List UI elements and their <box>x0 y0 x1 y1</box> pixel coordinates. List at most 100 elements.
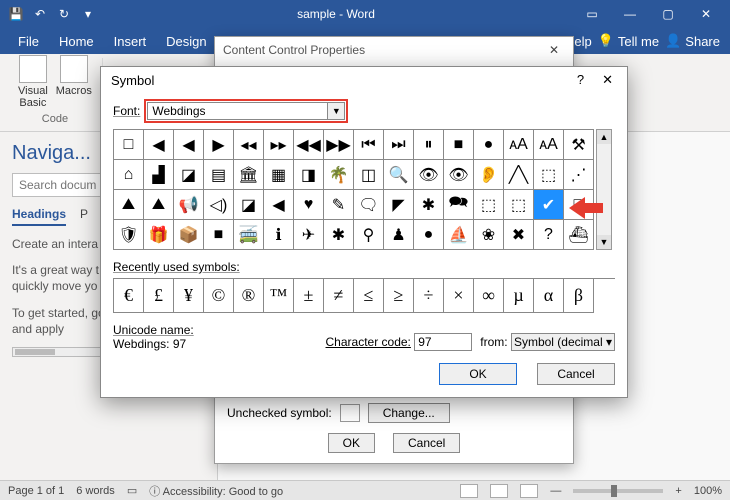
ccp-cancel-button[interactable]: Cancel <box>393 433 460 453</box>
symbol-cell[interactable]: 👂 <box>474 160 504 190</box>
status-words[interactable]: 6 words <box>76 485 115 497</box>
symbol-cell[interactable]: ◀ <box>174 130 204 160</box>
recent-symbol-cell[interactable]: ¥ <box>174 279 204 313</box>
symbol-cell[interactable]: ⛵ <box>444 220 474 250</box>
undo-icon[interactable]: ↶ <box>30 4 50 24</box>
recent-symbol-cell[interactable]: ≠ <box>324 279 354 313</box>
symbol-dialog-header[interactable]: Symbol ? ✕ <box>101 67 627 93</box>
symbol-cell[interactable]: 👁 <box>414 160 444 190</box>
symbol-cell[interactable]: ⋰ <box>564 160 594 190</box>
recent-symbol-cell[interactable]: ≥ <box>384 279 414 313</box>
symbol-cell[interactable]: ◂◂ <box>234 130 264 160</box>
tab-home[interactable]: Home <box>49 28 104 54</box>
symbol-cell[interactable]: ▟ <box>144 160 174 190</box>
recent-symbol-cell[interactable]: α <box>534 279 564 313</box>
symbol-cell[interactable]: ⬚ <box>474 190 504 220</box>
qat-dropdown-icon[interactable]: ▾ <box>78 4 98 24</box>
symbol-cell[interactable]: 🛡 <box>114 220 144 250</box>
symbol-cell[interactable]: ▶▶ <box>324 130 354 160</box>
symbol-cell[interactable]: ⬚ <box>504 190 534 220</box>
recent-symbol-cell[interactable]: £ <box>144 279 174 313</box>
symbol-cell[interactable]: ⚲ <box>354 220 384 250</box>
symbol-cell[interactable]: ◀ <box>264 190 294 220</box>
recent-symbol-cell[interactable]: ™ <box>264 279 294 313</box>
symbol-cell[interactable]: ? <box>534 220 564 250</box>
symbol-cell[interactable]: 📦 <box>174 220 204 250</box>
ribbon-options-icon[interactable]: ▭ <box>574 1 610 27</box>
macros-button[interactable]: Macros <box>56 55 92 109</box>
save-icon[interactable]: 💾 <box>6 4 26 24</box>
symbol-cell[interactable]: □ <box>564 190 594 220</box>
symbol-cell[interactable]: ⌂ <box>114 160 144 190</box>
scroll-up-icon[interactable]: ▲ <box>597 130 611 144</box>
symbol-cell[interactable]: ◪ <box>174 160 204 190</box>
share-button[interactable]: 👤 Share <box>665 33 720 49</box>
recent-symbol-cell[interactable]: β <box>564 279 594 313</box>
symbol-cell[interactable]: ✱ <box>324 220 354 250</box>
change-unchecked-button[interactable]: Change... <box>368 403 450 423</box>
zoom-level[interactable]: 100% <box>694 485 722 497</box>
tab-file[interactable]: File <box>8 28 49 54</box>
recent-symbol-cell[interactable]: µ <box>504 279 534 313</box>
symbol-cell[interactable]: 🗨 <box>354 190 384 220</box>
symbol-ok-button[interactable]: OK <box>439 363 517 385</box>
symbol-grid-scrollbar[interactable]: ▲ ▼ <box>596 129 612 250</box>
symbol-cell[interactable]: ⛰ <box>114 190 144 220</box>
symbol-cell[interactable]: 🌴 <box>324 160 354 190</box>
view-web-layout-icon[interactable] <box>520 484 538 498</box>
zoom-slider[interactable] <box>573 489 663 493</box>
status-page[interactable]: Page 1 of 1 <box>8 485 64 497</box>
symbol-cell[interactable]: ♟ <box>384 220 414 250</box>
symbol-cell[interactable]: ◪ <box>234 190 264 220</box>
recent-symbols-grid[interactable]: €£¥©®™±≠≤≥÷×∞µαβ <box>113 278 615 313</box>
font-select-input[interactable] <box>147 102 327 120</box>
minimize-icon[interactable]: — <box>612 1 648 27</box>
symbol-cell[interactable]: ▦ <box>264 160 294 190</box>
nav-tab-pages[interactable]: P <box>80 207 88 226</box>
recent-symbol-cell[interactable]: ± <box>294 279 324 313</box>
symbol-close-icon[interactable]: ✕ <box>598 72 617 88</box>
symbol-cell[interactable]: ● <box>414 220 444 250</box>
symbol-cell[interactable]: ▶ <box>204 130 234 160</box>
symbol-cell[interactable]: ᴀA <box>504 130 534 160</box>
recent-symbol-cell[interactable]: © <box>204 279 234 313</box>
symbol-cell[interactable]: ✎ <box>324 190 354 220</box>
symbol-cell[interactable]: ⏮ <box>354 130 384 160</box>
symbol-grid[interactable]: □◀◀▶◂◂▸▸◀◀▶▶⏮⏭⏸■●ᴀAᴀA⚒⌂▟◪▤🏛▦◨🌴◫🔍👁👁👂╱╲⬚⋰⛰… <box>113 129 594 250</box>
symbol-cell[interactable]: ♥ <box>294 190 324 220</box>
symbol-cell[interactable]: ◁) <box>204 190 234 220</box>
ccp-close-icon[interactable]: ✕ <box>543 43 565 57</box>
ccp-ok-button[interactable]: OK <box>328 433 375 453</box>
recent-symbol-cell[interactable]: ∞ <box>474 279 504 313</box>
nav-tab-headings[interactable]: Headings <box>12 207 66 226</box>
symbol-cell[interactable]: ◀◀ <box>294 130 324 160</box>
symbol-cell[interactable]: ✖ <box>504 220 534 250</box>
symbol-cell[interactable]: ▤ <box>204 160 234 190</box>
symbol-cell[interactable]: 🏛 <box>234 160 264 190</box>
symbol-cancel-button[interactable]: Cancel <box>537 363 615 385</box>
symbol-cell[interactable]: ■ <box>444 130 474 160</box>
symbol-cell[interactable]: 👁 <box>444 160 474 190</box>
from-select[interactable]: Symbol (decimal ▾ <box>511 333 615 351</box>
symbol-cell[interactable]: ⛴ <box>564 220 594 250</box>
symbol-cell[interactable]: 🗪 <box>444 190 474 220</box>
symbol-cell[interactable]: ⏭ <box>384 130 414 160</box>
recent-symbol-cell[interactable]: ® <box>234 279 264 313</box>
recent-symbol-cell[interactable]: ≤ <box>354 279 384 313</box>
zoom-in-icon[interactable]: + <box>675 485 681 497</box>
symbol-cell[interactable]: 🔍 <box>384 160 414 190</box>
zoom-out-icon[interactable]: — <box>550 485 561 497</box>
symbol-cell[interactable]: ■ <box>204 220 234 250</box>
tab-design[interactable]: Design <box>156 28 216 54</box>
status-accessibility[interactable]: ⓘ Accessibility: Good to go <box>149 483 283 499</box>
symbol-cell[interactable]: ✱ <box>414 190 444 220</box>
recent-symbol-cell[interactable]: € <box>114 279 144 313</box>
symbol-cell[interactable]: 📢 <box>174 190 204 220</box>
symbol-cell[interactable]: ✈ <box>294 220 324 250</box>
symbol-cell[interactable]: □ <box>114 130 144 160</box>
recent-symbol-cell[interactable]: × <box>444 279 474 313</box>
symbol-cell[interactable]: ◫ <box>354 160 384 190</box>
symbol-cell[interactable]: ▸▸ <box>264 130 294 160</box>
symbol-cell[interactable]: ℹ <box>264 220 294 250</box>
symbol-cell[interactable]: 🚎 <box>234 220 264 250</box>
